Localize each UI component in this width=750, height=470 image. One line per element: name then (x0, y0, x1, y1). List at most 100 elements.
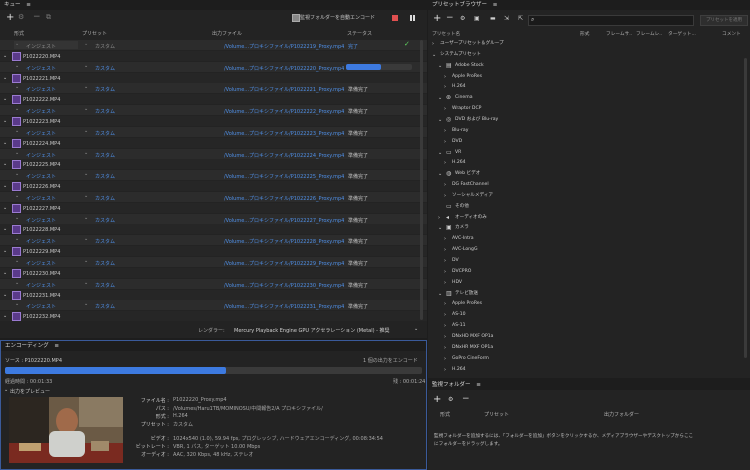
preset-tree-item[interactable]: › GoPro CineForm (428, 354, 746, 365)
format-value[interactable]: インジェスト (26, 43, 56, 50)
preset-tree-item[interactable]: › ソーシャルメディア (428, 191, 746, 202)
chevron-down-icon[interactable]: ⌄ (438, 61, 442, 72)
chevron-down-icon[interactable]: ⌄ (3, 161, 7, 167)
preset-value[interactable]: カスタム (95, 65, 115, 72)
output-file-link[interactable]: /Volume...プロキシファイル/P1022229_Proxy.mp4 (224, 260, 344, 267)
queue-item-row[interactable]: ⌄ インジェスト ⌄ カスタム/Volume...プロキシファイル/P1022230_… (0, 278, 427, 289)
preset-value[interactable]: カスタム (95, 86, 115, 93)
preset-tree-item[interactable]: ⌄ ▥ テレビ放送 (428, 289, 746, 300)
chevron-right-icon[interactable]: › (444, 278, 446, 289)
queue-item-row[interactable]: ⌄ インジェスト ⌄ カスタム/Volume...プロキシファイル/P1022220_… (0, 61, 427, 72)
preset-tree-item[interactable]: › DV (428, 256, 746, 267)
add-preset-icon[interactable]: + (433, 13, 441, 24)
chevron-down-icon[interactable]: ⌄ (84, 106, 88, 112)
preset-tree-item[interactable]: › H.264 (428, 158, 746, 169)
chevron-down-icon[interactable]: ⌄ (3, 248, 7, 254)
preset-value[interactable]: カスタム (95, 217, 115, 224)
format-value[interactable]: インジェスト (26, 260, 56, 267)
chevron-down-icon[interactable]: ⌄ (3, 96, 7, 102)
preset-value[interactable]: カスタム (95, 260, 115, 267)
preset-tree-item[interactable]: › DNxHR MXF OP1a (428, 343, 746, 354)
chevron-right-icon[interactable]: › (444, 354, 446, 365)
column-comment[interactable]: コメント (722, 31, 741, 37)
chevron-down-icon[interactable]: ⌄ (84, 41, 88, 47)
output-file-link[interactable]: /Volume...プロキシファイル/P1022226_Proxy.mp4 (224, 195, 344, 202)
chevron-down-icon[interactable]: ⌄ (84, 84, 88, 90)
preset-tree-item[interactable]: ▭ その他 (428, 202, 746, 213)
queue-item-row[interactable]: ⌄ インジェスト ⌄ カスタム/Volume...プロキシファイル/P1022221_… (0, 83, 427, 94)
chevron-down-icon[interactable]: ⌄ (3, 53, 7, 59)
preset-tree-item[interactable]: › AVC-Intra (428, 234, 746, 245)
queue-item-row[interactable]: ⌄ インジェスト ⌄ カスタム/Volume...プロキシファイル/P1022222_… (0, 105, 427, 116)
output-file-link[interactable]: /Volume...プロキシファイル/P1022222_Proxy.mp4 (224, 108, 344, 115)
queue-item-row[interactable]: ⌄ インジェスト ⌄ カスタム/Volume...プロキシファイル/P1022227_… (0, 213, 427, 224)
chevron-down-icon[interactable]: ⌄ (438, 115, 442, 126)
chevron-right-icon[interactable]: › (444, 332, 446, 343)
chevron-right-icon[interactable]: › (444, 343, 446, 354)
chevron-down-icon[interactable]: ⌄ (438, 169, 442, 180)
chevron-down-icon[interactable]: ⌄ (84, 236, 88, 242)
chevron-down-icon[interactable]: ⌄ (3, 75, 7, 81)
preview-toggle-label[interactable]: 出力をプレビュー (10, 388, 50, 395)
chevron-right-icon[interactable]: › (444, 180, 446, 191)
chevron-down-icon[interactable]: ⌄ (438, 289, 442, 300)
panel-menu-icon[interactable]: ≡ (54, 341, 59, 351)
preset-tree-item[interactable]: ⌄ ◎ DVD および Blu-ray (428, 115, 746, 126)
chevron-right-icon[interactable]: › (444, 256, 446, 267)
preset-value[interactable]: カスタム (95, 238, 115, 245)
remove-icon[interactable]: − (33, 12, 41, 22)
output-file-link[interactable]: /Volume...プロキシファイル/P1022224_Proxy.mp4 (224, 152, 344, 159)
preset-value[interactable]: カスタム (95, 303, 115, 310)
chevron-down-icon[interactable]: ⌄ (414, 326, 418, 332)
queue-item-row[interactable]: ⌄ インジェスト ⌄ カスタム/Volume...プロキシファイル/P1022228_… (0, 235, 427, 246)
remove-folder-icon[interactable]: − (462, 394, 470, 404)
add-source-icon[interactable]: + (6, 12, 14, 23)
output-file-link[interactable]: /Volume...プロキシファイル/P1022219_Proxy.mp4 (224, 43, 344, 50)
preset-tree-item[interactable]: ⌄ ▭ VR (428, 148, 746, 159)
new-group-icon[interactable]: ▣ (474, 15, 480, 22)
chevron-down-icon[interactable]: ⌄ (84, 215, 88, 221)
format-value[interactable]: インジェスト (26, 152, 56, 159)
panel-menu-icon[interactable]: ≡ (493, 0, 498, 10)
queue-clip-header[interactable]: ⌄ P1022225.MP4 (0, 159, 427, 170)
preset-tree-item[interactable]: › AS-10 (428, 310, 746, 321)
chevron-down-icon[interactable]: ⌄ (15, 236, 19, 242)
chevron-down-icon[interactable]: ⌄ (15, 280, 19, 286)
queue-item-row[interactable]: ⌄ インジェスト ⌄ カスタム/Volume...プロキシファイル/P1022219_… (0, 40, 427, 50)
preset-tree-item[interactable]: ⌄ ⊛ Cinema (428, 93, 746, 104)
panel-menu-icon[interactable]: ≡ (476, 380, 481, 390)
pause-button[interactable] (410, 15, 412, 21)
settings-icon[interactable]: ⚙ (18, 13, 24, 21)
queue-item-row[interactable]: ⌄ インジェスト ⌄ カスタム/Volume...プロキシファイル/P1022223_… (0, 126, 427, 137)
renderer-dropdown[interactable]: Mercury Playback Engine GPU アクセラレーション (M… (234, 327, 390, 334)
preset-tree-item[interactable]: › H.264 (428, 365, 746, 374)
chevron-right-icon[interactable]: › (432, 39, 434, 50)
queue-clip-header[interactable]: ⌄ P1022232.MP4 (0, 311, 427, 322)
queue-item-row[interactable]: ⌄ インジェスト ⌄ カスタム/Volume...プロキシファイル/P1022231_… (0, 300, 427, 311)
preset-tree-item[interactable]: › AVC-LongG (428, 245, 746, 256)
column-preset-name[interactable]: プリセット名 (432, 31, 460, 37)
chevron-right-icon[interactable]: › (444, 234, 446, 245)
preset-tree-item[interactable]: › Apple ProRes (428, 299, 746, 310)
chevron-down-icon[interactable]: ⌄ (15, 301, 19, 307)
chevron-down-icon[interactable]: ⌄ (432, 50, 436, 61)
column-status[interactable]: ステータス (347, 30, 372, 37)
queue-clip-header[interactable]: ⌄ P1022229.MP4 (0, 246, 427, 257)
preset-tree-item[interactable]: ⌄ システムプリセット (428, 50, 746, 61)
column-frame-size[interactable]: フレームサ.. (606, 31, 632, 37)
queue-clip-header[interactable]: ⌄ P1022222.MP4 (0, 94, 427, 105)
chevron-down-icon[interactable]: ⌄ (84, 63, 88, 69)
chevron-right-icon[interactable]: › (444, 137, 446, 148)
queue-clip-header[interactable]: ⌄ P1022228.MP4 (0, 224, 427, 235)
preset-tree-item[interactable]: › Blu-ray (428, 126, 746, 137)
chevron-right-icon[interactable]: › (444, 158, 446, 169)
output-file-link[interactable]: /Volume...プロキシファイル/P1022225_Proxy.mp4 (224, 173, 344, 180)
preset-tree-item[interactable]: › Apple ProRes (428, 72, 746, 83)
folder-icon[interactable]: ▬ (490, 15, 496, 22)
chevron-right-icon[interactable]: › (444, 82, 446, 93)
output-file-link[interactable]: /Volume...プロキシファイル/P1022221_Proxy.mp4 (224, 86, 344, 93)
preset-tree-item[interactable]: ⌄ ▣ カメラ (428, 223, 746, 234)
chevron-down-icon[interactable]: ⌄ (3, 118, 7, 124)
chevron-down-icon[interactable]: ⌄ (3, 270, 7, 276)
preset-tree-item[interactable]: › Wraptor DCP (428, 104, 746, 115)
